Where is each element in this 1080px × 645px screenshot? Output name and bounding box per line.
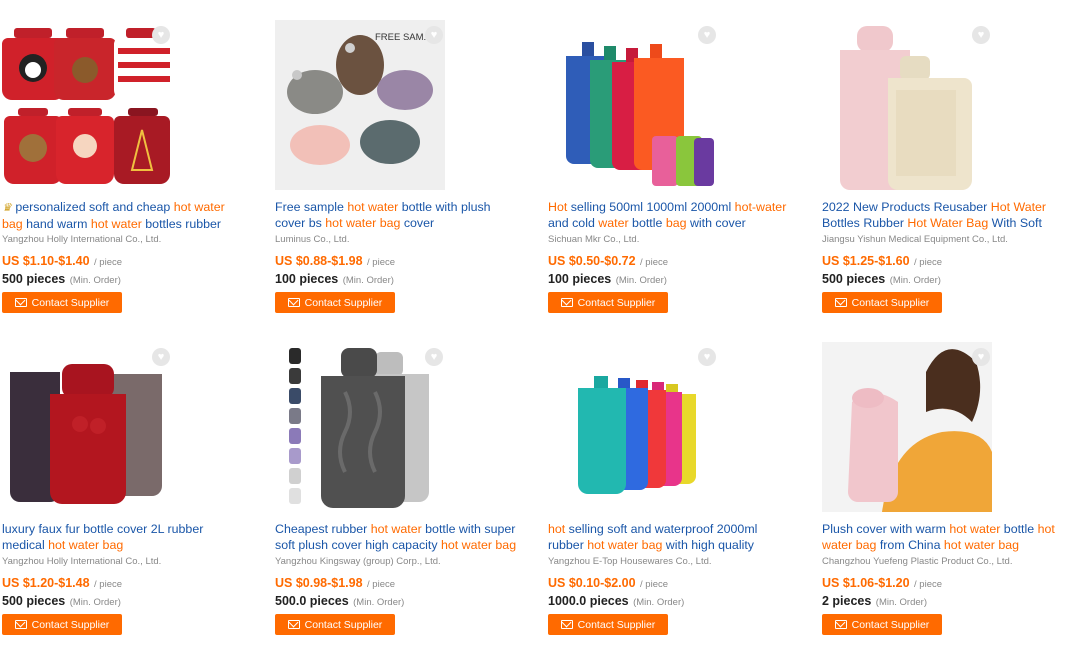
company-name[interactable]: Yangzhou Kingsway (group) Corp., Ltd. — [275, 556, 441, 567]
contact-supplier-button[interactable]: Contact Supplier — [275, 292, 395, 313]
price-range: US $0.50-$0.72 — [548, 254, 636, 268]
mail-icon — [287, 620, 300, 629]
min-order-label: (Min. Order) — [353, 597, 405, 608]
min-order-quantity: 2 pieces — [822, 594, 872, 608]
min-order-label: (Min. Order) — [889, 275, 941, 286]
favorite-heart-icon[interactable]: ♥ — [425, 348, 443, 366]
product-image[interactable] — [2, 342, 172, 512]
contact-supplier-button[interactable]: Contact Supplier — [822, 292, 942, 313]
mail-icon — [560, 298, 573, 307]
price-unit: / piece — [94, 257, 123, 268]
product-image[interactable] — [2, 20, 172, 190]
price-range: US $0.88-$1.98 — [275, 254, 363, 268]
product-title[interactable]: luxury faux fur bottle cover 2L rubber m… — [2, 521, 258, 553]
favorite-heart-icon[interactable]: ♥ — [698, 348, 716, 366]
mail-icon — [834, 620, 847, 629]
min-order-quantity: 1000.0 pieces — [548, 594, 629, 608]
min-order-label: (Min. Order) — [69, 597, 121, 608]
contact-supplier-button[interactable]: Contact Supplier — [548, 614, 668, 635]
min-order-quantity: 500 pieces — [822, 272, 886, 286]
price-range: US $1.20-$1.48 — [2, 576, 90, 590]
image-label: FREE SAM... — [375, 32, 431, 43]
crown-icon: ♛ — [2, 202, 12, 214]
product-title[interactable]: ♛ personalized soft and cheap hot water … — [2, 199, 258, 232]
contact-supplier-button[interactable]: Contact Supplier — [822, 614, 942, 635]
contact-supplier-button[interactable]: Contact Supplier — [275, 614, 395, 635]
price-unit: / piece — [640, 257, 669, 268]
favorite-heart-icon[interactable]: ♥ — [152, 26, 170, 44]
company-name[interactable]: Yangzhou E-Top Housewares Co., Ltd. — [548, 556, 712, 567]
product-title[interactable]: Cheapest rubber hot water bottle with su… — [275, 521, 531, 553]
price-unit: / piece — [367, 257, 396, 268]
mail-icon — [560, 620, 573, 629]
favorite-heart-icon[interactable]: ♥ — [972, 26, 990, 44]
min-order-quantity: 100 pieces — [548, 272, 612, 286]
price-unit: / piece — [367, 579, 396, 590]
favorite-heart-icon[interactable]: ♥ — [698, 26, 716, 44]
price-unit: / piece — [94, 579, 123, 590]
product-image[interactable] — [822, 20, 992, 190]
product-image[interactable] — [275, 342, 445, 512]
price-unit: / piece — [640, 579, 669, 590]
company-name[interactable]: Luminus Co., Ltd. — [275, 234, 349, 245]
contact-supplier-button[interactable]: Contact Supplier — [2, 292, 122, 313]
product-image[interactable] — [548, 20, 718, 190]
price-range: US $1.10-$1.40 — [2, 254, 90, 268]
company-name[interactable]: Yangzhou Holly International Co., Ltd. — [2, 234, 161, 245]
favorite-heart-icon[interactable]: ♥ — [425, 26, 443, 44]
min-order-label: (Min. Order) — [69, 275, 121, 286]
min-order-quantity: 500 pieces — [2, 594, 66, 608]
price-range: US $0.10-$2.00 — [548, 576, 636, 590]
price-unit: / piece — [914, 257, 943, 268]
product-title[interactable]: Hot selling 500ml 1000ml 2000ml hot-wate… — [548, 199, 804, 231]
contact-supplier-button[interactable]: Contact Supplier — [548, 292, 668, 313]
price-range: US $0.98-$1.98 — [275, 576, 363, 590]
favorite-heart-icon[interactable]: ♥ — [972, 348, 990, 366]
price-unit: / piece — [914, 579, 943, 590]
company-name[interactable]: Sichuan Mkr Co., Ltd. — [548, 234, 639, 245]
favorite-heart-icon[interactable]: ♥ — [152, 348, 170, 366]
price-range: US $1.25-$1.60 — [822, 254, 910, 268]
min-order-quantity: 100 pieces — [275, 272, 339, 286]
product-image[interactable]: FREE SAM... — [275, 20, 445, 190]
product-image[interactable] — [548, 342, 718, 512]
min-order-label: (Min. Order) — [633, 597, 685, 608]
min-order-label: (Min. Order) — [875, 597, 927, 608]
mail-icon — [14, 620, 27, 629]
product-title[interactable]: 2022 New Products Reusaber Hot Water Bot… — [822, 199, 1078, 231]
company-name[interactable]: Jiangsu Yishun Medical Equipment Co., Lt… — [822, 234, 1008, 245]
product-title[interactable]: Free sample hot water bottle with plush … — [275, 199, 531, 231]
min-order-label: (Min. Order) — [342, 275, 394, 286]
min-order-quantity: 500.0 pieces — [275, 594, 349, 608]
contact-supplier-button[interactable]: Contact Supplier — [2, 614, 122, 635]
mail-icon — [287, 298, 300, 307]
price-range: US $1.06-$1.20 — [822, 576, 910, 590]
mail-icon — [14, 298, 27, 307]
min-order-quantity: 500 pieces — [2, 272, 66, 286]
product-title[interactable]: Plush cover with warm hot water bottle h… — [822, 521, 1078, 553]
company-name[interactable]: Changzhou Yuefeng Plastic Product Co., L… — [822, 556, 1012, 567]
product-image[interactable] — [822, 342, 992, 512]
company-name[interactable]: Yangzhou Holly International Co., Ltd. — [2, 556, 161, 567]
mail-icon — [834, 298, 847, 307]
min-order-label: (Min. Order) — [615, 275, 667, 286]
product-title[interactable]: hot selling soft and waterproof 2000ml r… — [548, 521, 804, 553]
